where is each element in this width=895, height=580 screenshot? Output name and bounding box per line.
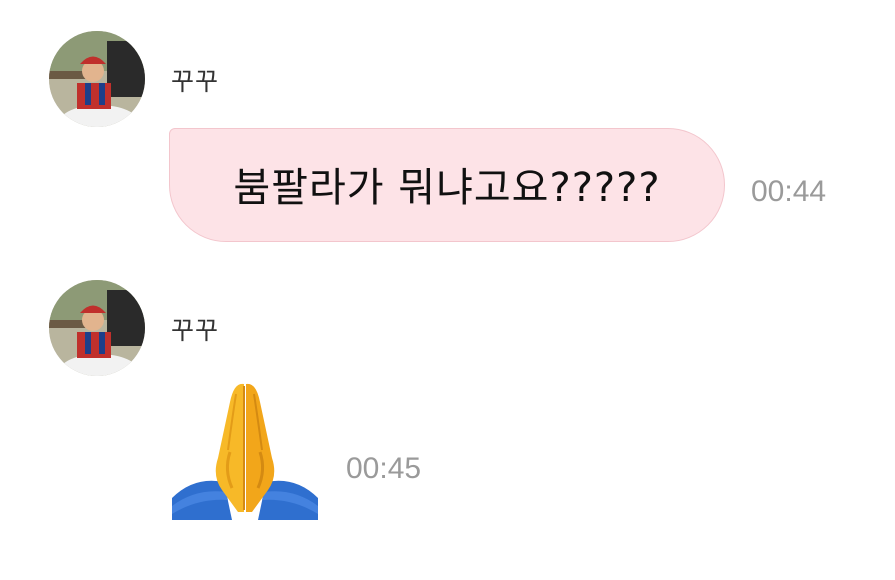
message-bubble[interactable]: 붐팔라가 뭐냐고요????? [169,128,725,242]
chat-window: 꾸꾸 붐팔라가 뭐냐고요????? 00:44 꾸꾸 00:45 [0,0,895,580]
sender-name: 꾸꾸 [171,316,220,345]
message-timestamp: 00:45 [346,452,422,485]
sender-name: 꾸꾸 [171,67,220,96]
folded-hands-emoji-icon[interactable] [172,380,318,520]
message-timestamp: 00:44 [751,175,827,208]
profile-photo [49,280,145,376]
avatar[interactable] [49,280,145,376]
avatar[interactable] [49,31,145,127]
profile-photo [49,31,145,127]
message-text: 붐팔라가 뭐냐고요????? [233,165,661,211]
